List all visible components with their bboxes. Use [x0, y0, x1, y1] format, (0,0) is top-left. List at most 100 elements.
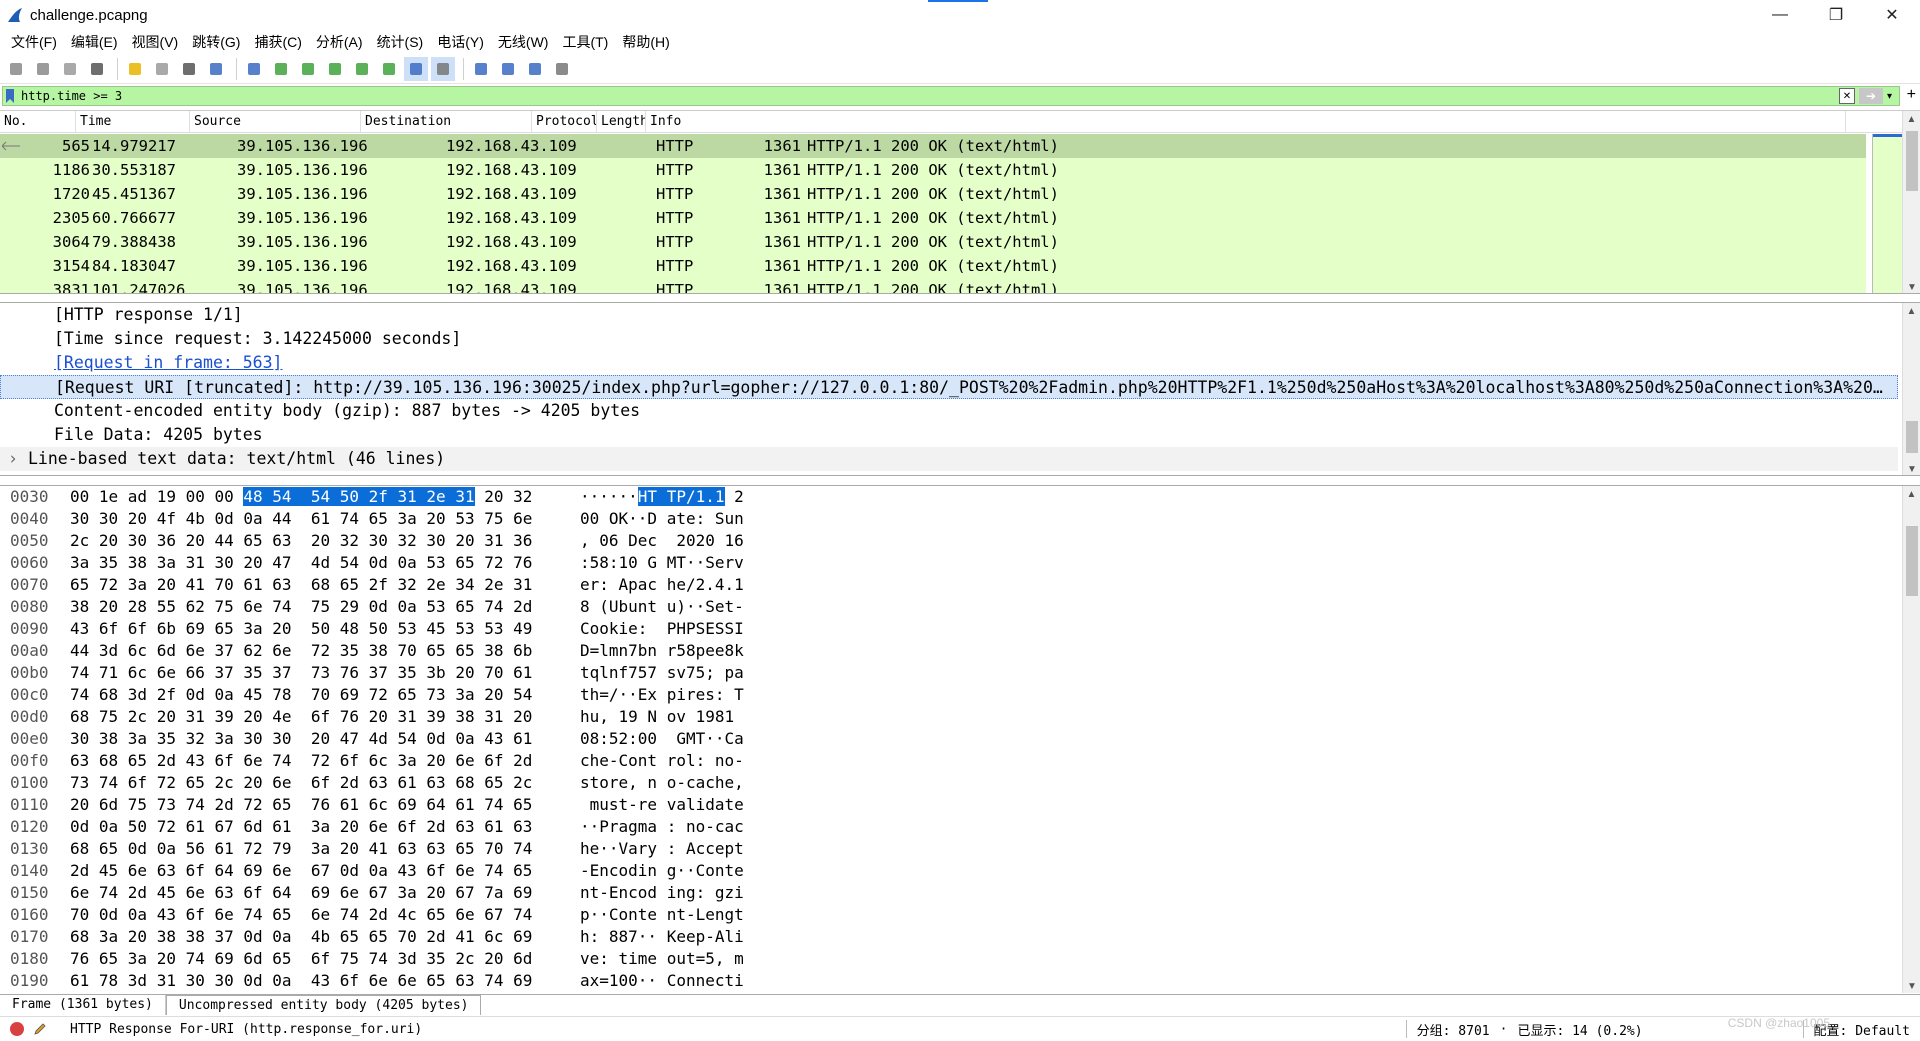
- ascii-bytes[interactable]: ··Pragma : no-cac: [580, 816, 744, 838]
- resize-columns-icon[interactable]: [550, 57, 574, 81]
- ascii-bytes[interactable]: :58:10 G MT··Serv: [580, 552, 744, 574]
- hex-bytes[interactable]: 74 68 3d 2f 0d 0a 45 78 70 69 72 65 73 3…: [60, 684, 580, 706]
- hex-bytes[interactable]: 2c 20 30 36 20 44 65 63 20 32 30 32 30 2…: [60, 530, 580, 552]
- minimize-button[interactable]: —: [1752, 0, 1808, 30]
- ascii-bytes[interactable]: ve: time out=5, m: [580, 948, 744, 970]
- filter-bookmark-icon[interactable]: [3, 87, 17, 105]
- hex-row[interactable]: 0040 30 30 20 4f 4b 0d 0a 44 61 74 65 3a …: [0, 508, 1920, 530]
- detail-line[interactable]: [Time since request: 3.142245000 seconds…: [0, 327, 1920, 351]
- ascii-bytes[interactable]: nt-Encod ing: gzi: [580, 882, 744, 904]
- hex-bytes[interactable]: 43 6f 6f 6b 69 65 3a 20 50 48 50 53 45 5…: [60, 618, 580, 640]
- start-capture-icon[interactable]: [4, 57, 28, 81]
- scrollbar-thumb[interactable]: [1906, 421, 1918, 453]
- stop-capture-icon[interactable]: [31, 57, 55, 81]
- hex-row[interactable]: 0100 73 74 6f 72 65 2c 20 6e 6f 2d 63 61 …: [0, 772, 1920, 794]
- hex-row[interactable]: 0070 65 72 3a 20 41 70 61 63 68 65 2f 32 …: [0, 574, 1920, 596]
- column-header-length[interactable]: Length: [597, 111, 646, 133]
- hex-bytes[interactable]: 0d 0a 50 72 61 67 6d 61 3a 20 6e 6f 2d 6…: [60, 816, 580, 838]
- line-based-text-tree-item[interactable]: › Line-based text data: text/html (46 lin…: [0, 447, 1898, 471]
- scroll-up-icon[interactable]: ▲: [1903, 486, 1920, 502]
- column-header-destination[interactable]: Destination: [361, 111, 532, 133]
- hex-row[interactable]: 00b0 74 71 6c 6e 66 37 35 37 73 76 37 35 …: [0, 662, 1920, 684]
- hex-row[interactable]: 00d0 68 75 2c 20 31 39 20 4e 6f 76 20 31 …: [0, 706, 1920, 728]
- ascii-bytes[interactable]: 8 (Ubunt u)··Set-: [580, 596, 744, 618]
- menu-item[interactable]: 文件(F): [4, 30, 64, 54]
- go-back-icon[interactable]: [269, 57, 293, 81]
- column-header-info[interactable]: Info: [646, 111, 1846, 133]
- ascii-bytes[interactable]: hu, 19 N ov 1981: [580, 706, 744, 728]
- hex-bytes[interactable]: 68 75 2c 20 31 39 20 4e 6f 76 20 31 39 3…: [60, 706, 580, 728]
- hex-row[interactable]: 0060 3a 35 38 3a 31 30 20 47 4d 54 0d 0a …: [0, 552, 1920, 574]
- last-packet-icon[interactable]: [377, 57, 401, 81]
- menu-item[interactable]: 分析(A): [309, 30, 370, 54]
- request-frame-link[interactable]: [Request in frame: 563]: [0, 351, 1920, 375]
- hex-row[interactable]: 0180 76 65 3a 20 74 69 6d 65 6f 75 74 3d …: [0, 948, 1920, 970]
- menu-item[interactable]: 跳转(G): [185, 30, 247, 54]
- packet-row[interactable]: 1186 30.553187 39.105.136.196 192.168.43.10…: [0, 158, 1866, 182]
- display-filter-input[interactable]: http.time >= 3 ✕ ➔ ▾: [2, 86, 1900, 106]
- restore-button[interactable]: ❐: [1808, 0, 1864, 30]
- scroll-down-icon[interactable]: ▼: [1903, 978, 1920, 993]
- hex-bytes[interactable]: 44 3d 6c 6d 6e 37 62 6e 72 35 38 70 65 6…: [60, 640, 580, 662]
- hex-bytes[interactable]: 68 3a 20 38 38 37 0d 0a 4b 65 65 70 2d 4…: [60, 926, 580, 948]
- scroll-down-icon[interactable]: ▼: [1903, 461, 1920, 475]
- detail-line[interactable]: [HTTP response 1/1]: [0, 303, 1920, 327]
- apply-filter-icon[interactable]: ➔: [1859, 88, 1883, 104]
- ascii-bytes[interactable]: che-Cont rol: no-: [580, 750, 744, 772]
- bytes-scrollbar[interactable]: ▲ ▼: [1902, 486, 1920, 993]
- capture-options-icon[interactable]: [85, 57, 109, 81]
- tab-frame-bytes[interactable]: Frame (1361 bytes): [0, 994, 166, 1015]
- hex-bytes[interactable]: 20 6d 75 73 74 2d 72 65 76 61 6c 69 64 6…: [60, 794, 580, 816]
- filter-dropdown-icon[interactable]: ▾: [1887, 91, 1899, 102]
- reload-file-icon[interactable]: [204, 57, 228, 81]
- display-filter-text[interactable]: http.time >= 3: [21, 89, 1839, 103]
- clear-filter-icon[interactable]: ✕: [1839, 88, 1855, 104]
- zoom-in-icon[interactable]: [469, 57, 493, 81]
- hex-row[interactable]: 00a0 44 3d 6c 6d 6e 37 62 6e 72 35 38 70 …: [0, 640, 1920, 662]
- save-file-icon[interactable]: [150, 57, 174, 81]
- hex-bytes[interactable]: 73 74 6f 72 65 2c 20 6e 6f 2d 63 61 63 6…: [60, 772, 580, 794]
- menu-item[interactable]: 电话(Y): [430, 30, 491, 54]
- menu-item[interactable]: 无线(W): [491, 30, 556, 54]
- hex-bytes[interactable]: 3a 35 38 3a 31 30 20 47 4d 54 0d 0a 53 6…: [60, 552, 580, 574]
- packet-row[interactable]: 2305 60.766677 39.105.136.196 192.168.43.10…: [0, 206, 1866, 230]
- restart-capture-icon[interactable]: [58, 57, 82, 81]
- open-file-icon[interactable]: [123, 57, 147, 81]
- hex-row[interactable]: 0160 70 0d 0a 43 6f 6e 74 65 6e 74 2d 4c …: [0, 904, 1920, 926]
- colorize-icon[interactable]: [431, 56, 455, 81]
- hex-bytes[interactable]: 00 1e ad 19 00 00 48 54 54 50 2f 31 2e 3…: [60, 486, 580, 508]
- scrollbar-thumb[interactable]: [1906, 526, 1918, 596]
- ascii-bytes[interactable]: must-re validate: [580, 794, 744, 816]
- packet-row[interactable]: 3064 79.388438 39.105.136.196 192.168.43.10…: [0, 230, 1866, 254]
- ascii-bytes[interactable]: tqlnf757 sv75; pa: [580, 662, 744, 684]
- hex-bytes[interactable]: 76 65 3a 20 74 69 6d 65 6f 75 74 3d 35 2…: [60, 948, 580, 970]
- hex-bytes[interactable]: 63 68 65 2d 43 6f 6e 74 72 6f 6c 3a 20 6…: [60, 750, 580, 772]
- column-header-time[interactable]: Time: [76, 111, 190, 133]
- packet-row[interactable]: 1720 45.451367 39.105.136.196 192.168.43.10…: [0, 182, 1866, 206]
- hex-row[interactable]: 0050 2c 20 30 36 20 44 65 63 20 32 30 32 …: [0, 530, 1920, 552]
- normal-size-icon[interactable]: [523, 57, 547, 81]
- ascii-bytes[interactable]: h: 887·· Keep-Ali: [580, 926, 744, 948]
- packet-row[interactable]: 3154 84.183047 39.105.136.196 192.168.43.10…: [0, 254, 1866, 278]
- column-header-source[interactable]: Source: [190, 111, 361, 133]
- hex-row[interactable]: 0130 68 65 0d 0a 56 61 72 79 3a 20 41 63 …: [0, 838, 1920, 860]
- hex-row[interactable]: 0030 00 1e ad 19 00 00 48 54 54 50 2f 31 …: [0, 486, 1920, 508]
- scroll-up-icon[interactable]: ▲: [1903, 303, 1920, 319]
- hex-bytes[interactable]: 30 38 3a 35 32 3a 30 30 20 47 4d 54 0d 0…: [60, 728, 580, 750]
- capture-comment-icon[interactable]: [32, 1021, 48, 1037]
- menu-item[interactable]: 捕获(C): [247, 30, 308, 54]
- hex-row[interactable]: 0090 43 6f 6f 6b 69 65 3a 20 50 48 50 53 …: [0, 618, 1920, 640]
- scrollbar-thumb[interactable]: [1906, 131, 1918, 191]
- tab-uncompressed-body[interactable]: Uncompressed entity body (4205 bytes): [165, 994, 482, 1015]
- hex-row[interactable]: 0080 38 20 28 55 62 75 6e 74 75 29 0d 0a …: [0, 596, 1920, 618]
- ascii-bytes[interactable]: p··Conte nt-Lengt: [580, 904, 744, 926]
- packet-minimap[interactable]: [1872, 134, 1903, 293]
- hex-bytes[interactable]: 65 72 3a 20 41 70 61 63 68 65 2f 32 2e 3…: [60, 574, 580, 596]
- packet-row[interactable]: 3831 101.247026 39.105.136.196 192.168.43.1…: [0, 278, 1866, 293]
- hex-row[interactable]: 00f0 63 68 65 2d 43 6f 6e 74 72 6f 6c 3a …: [0, 750, 1920, 772]
- expert-info-icon[interactable]: [10, 1022, 24, 1036]
- menu-item[interactable]: 统计(S): [370, 30, 431, 54]
- close-button[interactable]: ✕: [1864, 0, 1920, 30]
- ascii-bytes[interactable]: ······HT TP/1.1 2: [580, 486, 744, 508]
- hex-row[interactable]: 0110 20 6d 75 73 74 2d 72 65 76 61 6c 69 …: [0, 794, 1920, 816]
